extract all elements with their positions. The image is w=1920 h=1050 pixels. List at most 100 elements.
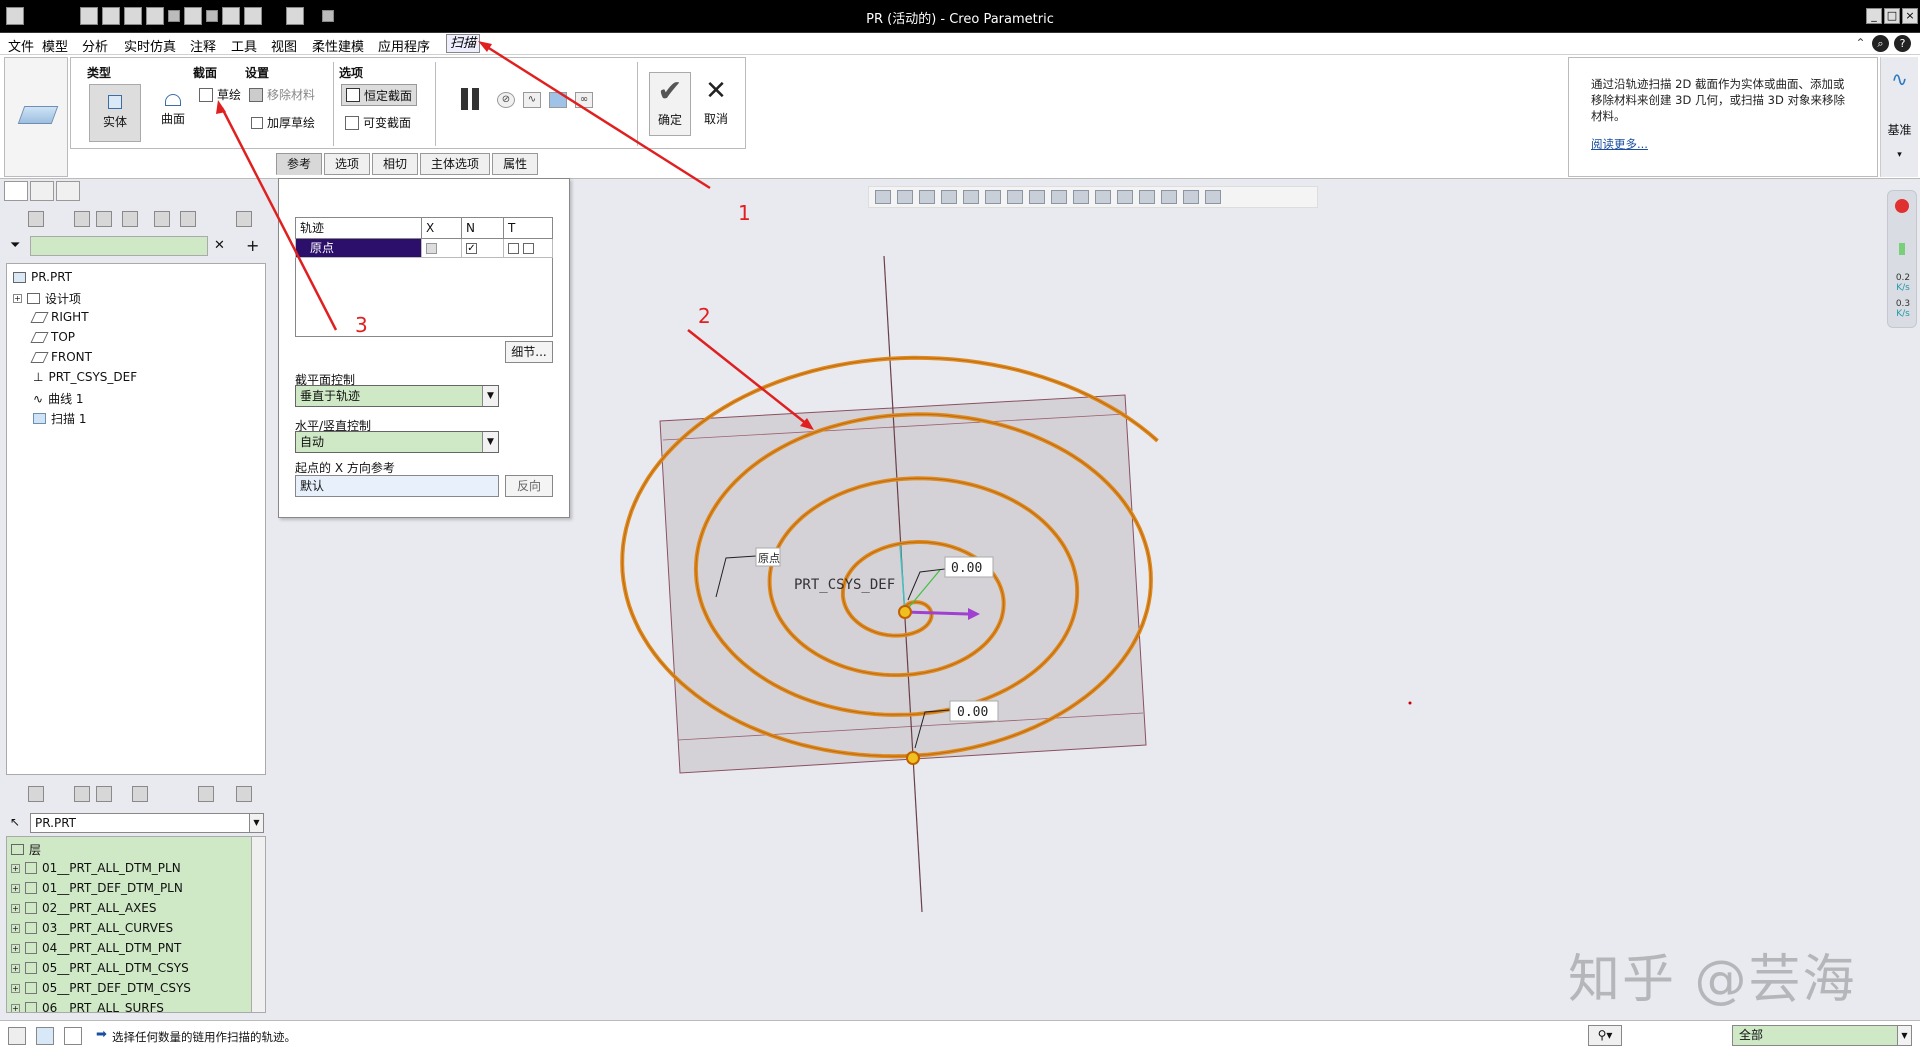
expand-icon[interactable]: + — [11, 863, 20, 873]
layer-columns-icon[interactable] — [74, 786, 90, 802]
menu-applications[interactable]: 应用程序 — [378, 36, 430, 55]
tree-item-csys[interactable]: ⊥ PRT_CSYS_DEF — [33, 370, 137, 384]
layer-edit-icon[interactable] — [198, 786, 214, 802]
annotation-display-icon[interactable] — [1117, 190, 1133, 204]
tree-item-curve[interactable]: ∿ 曲线 1 — [33, 390, 84, 407]
layer-item[interactable]: +04__PRT_ALL_DTM_PNT — [11, 941, 181, 955]
preview-icon[interactable]: ∿ — [523, 92, 541, 108]
tab-sweep[interactable]: 扫描 — [446, 34, 481, 53]
model-tree-tab[interactable] — [4, 181, 28, 201]
section-plane-select[interactable]: 垂直于轨迹 ▼ — [295, 385, 499, 407]
favorites-tab[interactable] — [56, 181, 80, 201]
tab-options[interactable]: 选项 — [324, 153, 371, 175]
x-ref-input[interactable]: 默认 — [295, 475, 499, 497]
layer-item[interactable]: +01__PRT_ALL_DTM_PLN — [11, 861, 181, 875]
layer-more-icon[interactable] — [236, 786, 252, 802]
maximize-button[interactable]: □ — [1884, 8, 1900, 24]
browser-toggle-icon[interactable] — [36, 1027, 54, 1045]
expand-icon[interactable]: + — [11, 903, 20, 913]
expand-icon[interactable]: + — [11, 923, 20, 933]
menu-tools[interactable]: 工具 — [231, 36, 257, 55]
tree-item-front[interactable]: FRONT — [30, 350, 92, 364]
layer-item[interactable]: +06__PRT_ALL_SURFS — [11, 1001, 164, 1012]
navigator-toggle-icon[interactable] — [8, 1027, 26, 1045]
menu-analysis[interactable]: 分析 — [82, 36, 108, 55]
minimize-button[interactable]: _ — [1866, 8, 1882, 24]
view-manager-icon[interactable] — [1029, 190, 1045, 204]
selection-filter[interactable]: 全部 ▼ — [1732, 1025, 1912, 1046]
repaint-icon[interactable] — [941, 190, 957, 204]
cancel-button[interactable]: ✕ 取消 — [695, 72, 737, 136]
tree-item-part[interactable]: PR.PRT — [13, 270, 72, 284]
expand-icon[interactable]: + — [13, 294, 22, 303]
render-icon[interactable] — [1205, 190, 1221, 204]
solid-button[interactable]: 实体 — [89, 84, 141, 142]
tree-more-icon[interactable] — [236, 211, 252, 227]
tab-references[interactable]: 参考 — [276, 153, 323, 175]
orient-icon[interactable] — [1161, 190, 1177, 204]
datum-label[interactable]: 基准 — [1881, 121, 1918, 138]
zoom-in-icon[interactable] — [897, 190, 913, 204]
layer-list-icon[interactable] — [96, 786, 112, 802]
datum-curve-icon[interactable]: ∿ — [1889, 67, 1911, 93]
menu-flexible-modeling[interactable]: 柔性建模 — [312, 36, 364, 55]
table-row[interactable]: 原点 ✓ — [295, 237, 553, 259]
menu-file[interactable]: 文件 — [8, 36, 34, 55]
tree-item-design-items[interactable]: + 设计项 — [13, 290, 81, 307]
n-checkbox[interactable]: ✓ — [461, 237, 504, 259]
tree-item-sweep[interactable]: 扫描 1 — [33, 410, 86, 427]
spin-icon[interactable] — [1139, 190, 1155, 204]
tree-search-input[interactable] — [30, 236, 208, 256]
tree-item-right[interactable]: RIGHT — [30, 310, 89, 324]
layer-item[interactable]: +02__PRT_ALL_AXES — [11, 901, 157, 915]
perspective-icon[interactable] — [1051, 190, 1067, 204]
saved-views-icon[interactable] — [1007, 190, 1023, 204]
tree-list-icon[interactable] — [96, 211, 112, 227]
folder-browser-tab[interactable] — [30, 181, 54, 201]
tree-show-icon[interactable] — [180, 211, 196, 227]
fullscreen-icon[interactable] — [64, 1027, 82, 1045]
expand-icon[interactable]: + — [11, 1003, 20, 1012]
tree-columns-icon[interactable] — [74, 211, 90, 227]
no-preview-icon[interactable]: ⊘ — [497, 92, 515, 108]
constant-section-button[interactable]: 恒定截面 — [341, 84, 418, 106]
section-view-icon[interactable] — [1073, 190, 1089, 204]
find-icon[interactable]: ⚲▾ — [1588, 1025, 1622, 1046]
expand-icon[interactable]: + — [11, 943, 20, 953]
close-button[interactable]: × — [1902, 8, 1918, 24]
menu-annotate[interactable]: 注释 — [190, 36, 216, 55]
surface-button[interactable]: 曲面 — [153, 84, 193, 142]
tree-filter-icon[interactable] — [154, 211, 170, 227]
expand-icon[interactable]: + — [11, 983, 20, 993]
spin-center-icon[interactable] — [963, 190, 979, 204]
display-style-icon[interactable] — [985, 190, 1001, 204]
tab-body-options[interactable]: 主体选项 — [420, 153, 491, 175]
expand-icon[interactable]: + — [11, 883, 20, 893]
pause-animation-icon[interactable] — [1183, 190, 1199, 204]
thicken-sketch-checkbox[interactable]: 加厚草绘 — [251, 114, 315, 131]
layer-item[interactable]: +05__PRT_ALL_DTM_CSYS — [11, 961, 189, 975]
shield-icon[interactable] — [1895, 199, 1909, 213]
sketch-button[interactable]: 草绘 — [199, 86, 241, 103]
tab-properties[interactable]: 属性 — [492, 153, 539, 175]
layers-icon[interactable] — [28, 786, 44, 802]
tree-item-top[interactable]: TOP — [30, 330, 75, 344]
collapse-ribbon-icon[interactable]: ⌃ — [1852, 35, 1869, 52]
pause-icon[interactable] — [461, 88, 481, 110]
help-icon[interactable]: ? — [1894, 35, 1911, 52]
layer-model-select[interactable]: PR.PRT ▼ — [30, 813, 264, 833]
variable-section-button[interactable]: 可变截面 — [345, 114, 411, 131]
layer-item[interactable]: +03__PRT_ALL_CURVES — [11, 921, 173, 935]
expand-icon[interactable]: + — [11, 963, 20, 973]
refit-icon[interactable] — [875, 190, 891, 204]
read-more-link[interactable]: 阅读更多... — [1591, 136, 1855, 152]
details-button[interactable]: 细节... — [505, 341, 553, 363]
layer-item[interactable]: +01__PRT_DEF_DTM_PLN — [11, 881, 183, 895]
ok-button[interactable]: ✔ 确定 — [649, 72, 691, 136]
hv-control-select[interactable]: 自动 ▼ — [295, 431, 499, 453]
search-icon[interactable]: ⌕ — [1872, 35, 1889, 52]
clear-icon[interactable]: ✕ — [214, 238, 225, 253]
glasses-icon[interactable]: ∞ — [575, 92, 593, 108]
menu-live-simulation[interactable]: 实时仿真 — [124, 36, 176, 55]
tree-settings-icon[interactable] — [28, 211, 44, 227]
